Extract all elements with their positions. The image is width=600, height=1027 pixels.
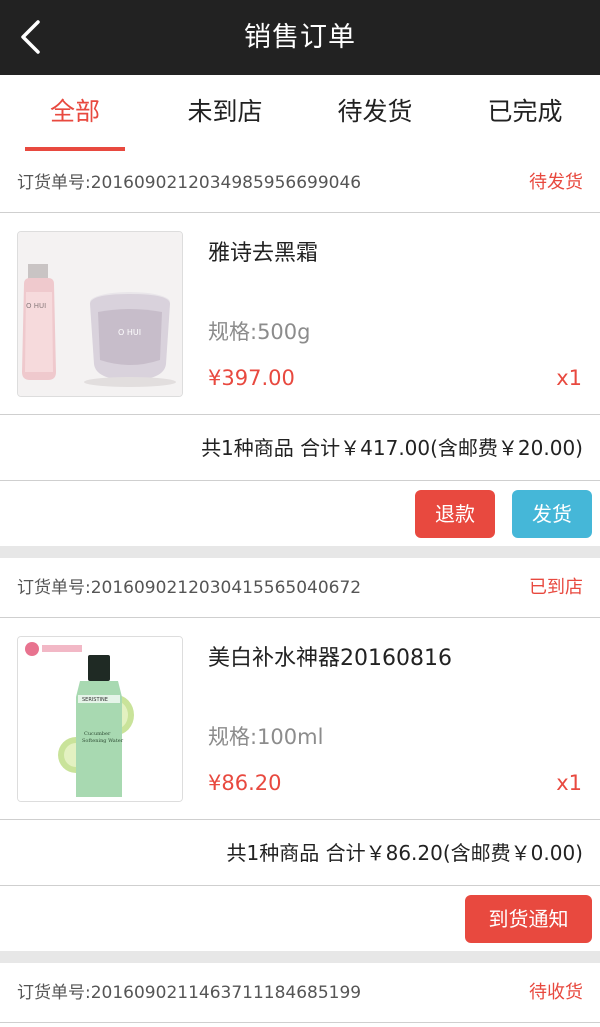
product-image: O HUI O HUI <box>17 231 183 397</box>
order-status: 待收货 <box>529 982 583 1003</box>
order-status: 已到店 <box>529 577 583 598</box>
product-row[interactable]: SERISTINE Cucumber Softening Water 美白补水神… <box>0 618 600 819</box>
product-image: SERISTINE Cucumber Softening Water <box>17 636 183 802</box>
svg-text:Cucumber: Cucumber <box>84 731 111 737</box>
order-header: 订货单号:2016090211463711184685199 待收货 <box>0 963 600 1023</box>
status-tabs: 全部 未到店 待发货 已完成 <box>0 75 600 153</box>
order-summary: 共1种商品 合计￥417.00(含邮费￥20.00) <box>0 414 600 481</box>
cucumber-toner-bottle-image: SERISTINE Cucumber Softening Water <box>18 637 182 801</box>
order-number: 订货单号:2016090212030415565040672 <box>17 578 362 598</box>
product-spec: 规格:100ml <box>208 725 324 749</box>
order-header: 订货单号:2016090212034985956699046 待发货 <box>0 153 600 213</box>
svg-text:O HUI: O HUI <box>26 302 46 310</box>
order-card: 订货单号:2016090212034985956699046 待发货 O HUI… <box>0 153 600 546</box>
tab-not-arrived[interactable]: 未到店 <box>150 75 300 153</box>
product-spec: 规格:500g <box>208 320 311 344</box>
product-row[interactable]: O HUI O HUI 雅诗去黑霜 规格:500g ¥397.00 x1 <box>0 213 600 414</box>
product-quantity: x1 <box>556 366 582 390</box>
tab-all[interactable]: 全部 <box>0 75 150 153</box>
svg-text:O HUI: O HUI <box>118 328 141 337</box>
tab-completed[interactable]: 已完成 <box>450 75 600 153</box>
product-price: ¥86.20 <box>208 771 282 795</box>
order-header: 订货单号:2016090212030415565040672 已到店 <box>0 558 600 618</box>
cosmetic-bottle-and-jar-image: O HUI O HUI <box>18 232 182 396</box>
order-divider <box>0 546 600 558</box>
ship-button[interactable]: 发货 <box>512 490 592 538</box>
svg-text:SERISTINE: SERISTINE <box>82 697 108 703</box>
arrival-notice-button[interactable]: 到货通知 <box>465 895 592 943</box>
product-price: ¥397.00 <box>208 366 295 390</box>
order-total: 共1种商品 合计￥86.20(含邮费￥0.00) <box>226 841 583 865</box>
product-name: 雅诗去黑霜 <box>208 241 319 266</box>
order-number: 订货单号:2016090211463711184685199 <box>17 983 362 1003</box>
order-total: 共1种商品 合计￥417.00(含邮费￥20.00) <box>201 436 583 460</box>
order-card: 订货单号:2016090212030415565040672 已到店 SERIS… <box>0 558 600 951</box>
product-quantity: x1 <box>556 771 582 795</box>
order-status: 待发货 <box>529 172 583 193</box>
product-name: 美白补水神器20160816 <box>208 646 452 671</box>
page-title: 销售订单 <box>244 22 356 53</box>
svg-text:Softening Water: Softening Water <box>82 738 124 744</box>
order-number: 订货单号:2016090212034985956699046 <box>17 173 362 193</box>
tab-to-ship[interactable]: 待发货 <box>300 75 450 153</box>
active-tab-indicator <box>25 147 125 151</box>
order-card: 订货单号:2016090211463711184685199 待收货 <box>0 963 600 1027</box>
refund-button[interactable]: 退款 <box>415 490 495 538</box>
order-summary: 共1种商品 合计￥86.20(含邮费￥0.00) <box>0 819 600 886</box>
order-divider <box>0 951 600 963</box>
top-bar: 销售订单 <box>0 0 600 75</box>
